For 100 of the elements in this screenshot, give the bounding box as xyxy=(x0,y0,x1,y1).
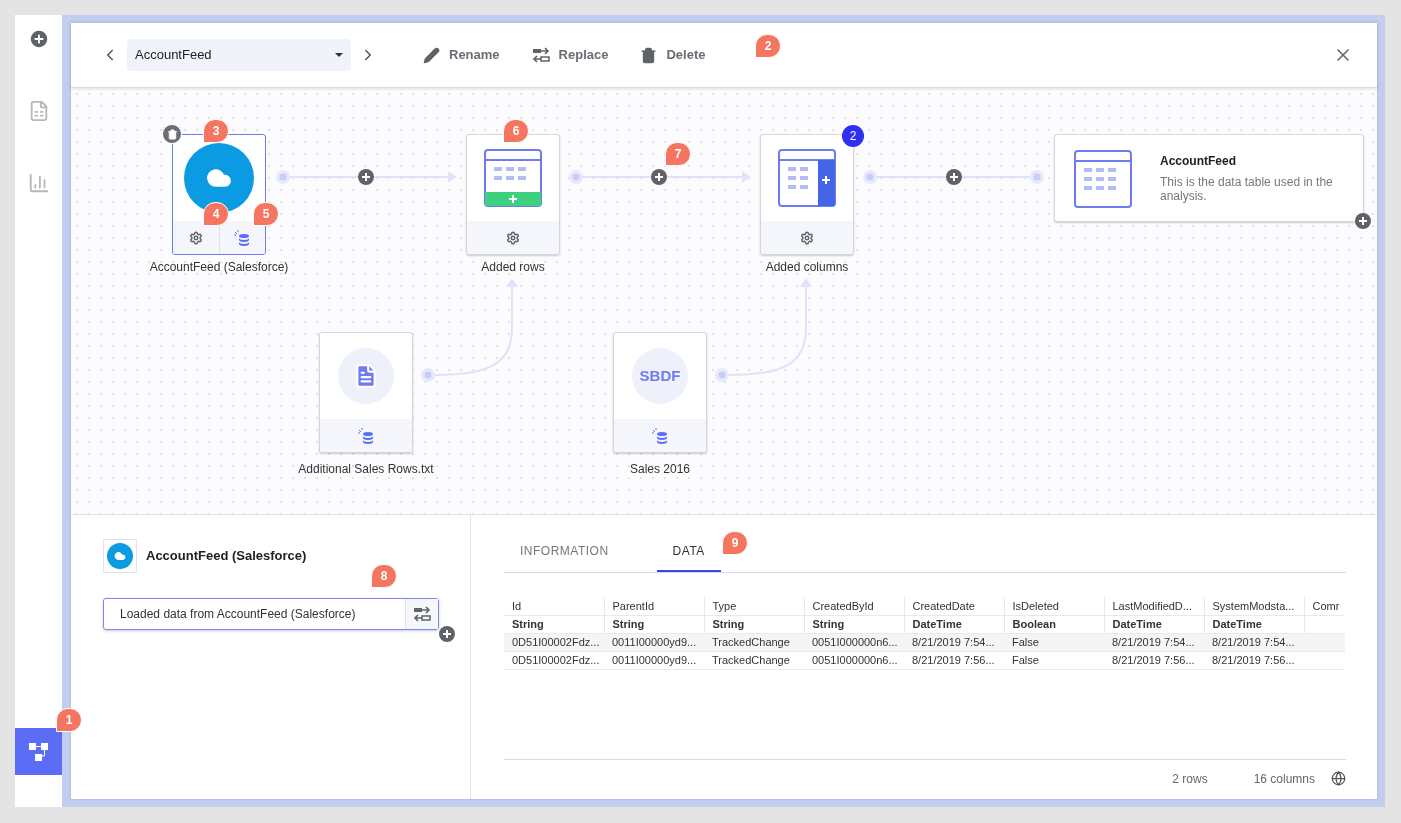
settings-button[interactable] xyxy=(506,230,520,245)
table-cell: TrackedChange xyxy=(704,633,804,651)
flow-icon xyxy=(28,742,49,761)
plus-icon xyxy=(949,172,959,182)
settings-icon xyxy=(188,230,203,245)
column-header[interactable]: LastModifiedD... xyxy=(1104,597,1204,615)
pencil-icon xyxy=(423,46,440,64)
document-icon xyxy=(338,348,394,404)
port-dot[interactable] xyxy=(421,368,435,382)
data-source-button[interactable] xyxy=(234,229,251,246)
column-header[interactable]: CreatedDate xyxy=(904,597,1004,615)
column-type: String xyxy=(504,615,604,633)
tab[interactable]: INFORMATION xyxy=(504,532,625,572)
plus-icon xyxy=(361,172,371,182)
replace-button[interactable] xyxy=(405,599,438,629)
column-type: DateTime xyxy=(1104,615,1204,633)
database-icon xyxy=(652,427,668,444)
column-header[interactable]: SystemModsta... xyxy=(1204,597,1304,615)
toolbar-action[interactable]: Rename xyxy=(423,45,500,65)
table-icon xyxy=(1074,150,1132,208)
step-item[interactable]: Loaded data from AccountFeed (Salesforce) xyxy=(103,598,439,630)
table-cell: TrackedChange xyxy=(704,651,804,669)
port-dot[interactable] xyxy=(863,170,877,184)
add-step-button[interactable] xyxy=(439,626,455,642)
column-count: 16 columns xyxy=(1253,770,1315,788)
port-dot[interactable] xyxy=(1030,170,1044,184)
settings-button[interactable] xyxy=(800,230,814,245)
column-type: String xyxy=(604,615,704,633)
table-cell: 0D51I00002Fdz... xyxy=(504,651,604,669)
cloud-icon xyxy=(114,550,126,562)
file-type-badge: SBDF xyxy=(632,348,688,404)
add-step-button[interactable] xyxy=(651,169,667,185)
toolbar-action[interactable]: Replace xyxy=(531,45,609,65)
table-cell: False xyxy=(1004,651,1104,669)
table-cell: 8/21/2019 7:54... xyxy=(1204,633,1304,651)
data-source-button[interactable] xyxy=(652,427,668,444)
column-header[interactable]: Comr xyxy=(1304,597,1345,615)
table-cell: 0011I00000yd9... xyxy=(604,651,704,669)
settings-icon xyxy=(506,230,520,245)
port-dot[interactable] xyxy=(276,170,290,184)
output-description: This is the data table used in the analysis. xyxy=(1160,175,1334,203)
add-step-button[interactable] xyxy=(946,169,962,185)
delete-button[interactable] xyxy=(162,124,182,144)
plus-icon xyxy=(442,629,452,639)
column-header[interactable]: Id xyxy=(504,597,604,615)
settings-icon xyxy=(800,230,814,245)
table-cell: 8/21/2019 7:56... xyxy=(1104,651,1204,669)
output-title: AccountFeed xyxy=(1160,153,1237,170)
settings-button[interactable] xyxy=(188,230,203,245)
node-label: AccountFeed (Salesforce) xyxy=(148,259,290,276)
row-count: 2 rows xyxy=(1172,770,1208,788)
add-step-button[interactable] xyxy=(1355,213,1371,229)
table-cell: 8/21/2019 7:56... xyxy=(904,651,1004,669)
table-cell: 0051I000000n6... xyxy=(804,633,904,651)
count-badge: 2 xyxy=(842,125,864,147)
add-icon xyxy=(27,27,50,50)
column-type: String xyxy=(804,615,904,633)
node-label: Sales 2016 xyxy=(628,461,691,478)
tab[interactable]: DATA xyxy=(656,532,721,572)
step-label: Loaded data from AccountFeed (Salesforce) xyxy=(119,606,357,623)
data-source-button[interactable] xyxy=(358,427,374,444)
column-header[interactable]: CreatedById xyxy=(804,597,904,615)
output-card[interactable]: AccountFeed This is the data table used in the analysis. xyxy=(1054,134,1364,222)
database-icon xyxy=(358,427,374,444)
source-name: AccountFeed (Salesforce) xyxy=(146,547,307,566)
plus-icon xyxy=(654,172,664,182)
swap-icon xyxy=(531,47,550,63)
column-type: Boolean xyxy=(1004,615,1104,633)
column-header[interactable]: Type xyxy=(704,597,804,615)
table-cell: 8/21/2019 7:56... xyxy=(1204,651,1304,669)
table-cell: 0D51I00002Fdz... xyxy=(504,633,604,651)
add-step-button[interactable] xyxy=(358,169,374,185)
column-header[interactable]: IsDeleted xyxy=(1004,597,1104,615)
table-cell: 8/21/2019 7:54... xyxy=(1104,633,1204,651)
sidebar-button[interactable] xyxy=(15,728,62,775)
trash-icon xyxy=(640,46,658,64)
port-dot[interactable] xyxy=(715,368,729,382)
column-type: DateTime xyxy=(904,615,1004,633)
trash-icon xyxy=(166,128,178,140)
table-cell: 0051I000000n6... xyxy=(804,651,904,669)
globe-icon xyxy=(1331,771,1346,786)
node-label: Additional Sales Rows.txt xyxy=(297,461,435,478)
add-rows-icon xyxy=(484,149,542,207)
node-label: Added columns xyxy=(764,259,850,276)
add-columns-icon xyxy=(778,149,836,207)
table-cell: 8/21/2019 7:54... xyxy=(904,633,1004,651)
table-cell: 0011I00000yd9... xyxy=(604,633,704,651)
swap-icon xyxy=(413,606,431,622)
bar-chart-icon xyxy=(27,171,50,194)
table-cell: False xyxy=(1004,633,1104,651)
database-icon xyxy=(234,229,251,246)
toolbar-action[interactable]: Delete xyxy=(640,45,706,65)
node-label: Added rows xyxy=(480,259,546,276)
table-dropdown[interactable]: AccountFeed xyxy=(127,39,351,71)
port-dot[interactable] xyxy=(569,170,583,184)
column-type: DateTime xyxy=(1204,615,1304,633)
column-type: String xyxy=(704,615,804,633)
caret-icon xyxy=(335,53,343,57)
plus-icon xyxy=(1358,216,1368,226)
column-header[interactable]: ParentId xyxy=(604,597,704,615)
